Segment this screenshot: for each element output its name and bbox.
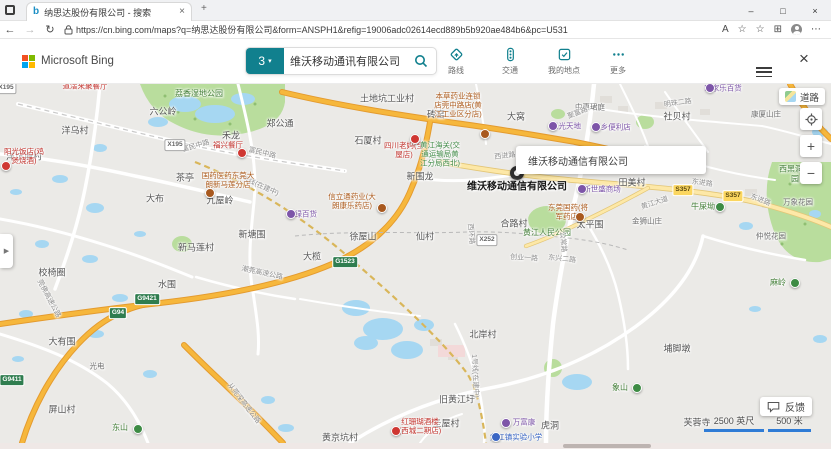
nav-directions[interactable]: 路线 — [434, 47, 478, 76]
nav-more[interactable]: 更多 — [596, 47, 640, 76]
search-icon — [414, 54, 428, 68]
map-close-icon[interactable]: × — [799, 50, 809, 67]
settings-more-icon[interactable]: ⋯ — [811, 25, 821, 35]
shopping-poi-icon[interactable] — [548, 121, 558, 131]
park-poi-icon[interactable] — [632, 383, 642, 393]
road-shield-badge: G94 — [109, 307, 127, 319]
nav-more-label: 更多 — [610, 65, 626, 76]
map-pin-label: 维沃移动通信有限公司 — [467, 178, 567, 193]
tab-close-icon[interactable]: × — [179, 7, 185, 17]
restaurant-poi-icon[interactable] — [237, 148, 247, 158]
browser-tab[interactable]: b 纳思达股份有限公司 - 搜索 × — [26, 2, 192, 21]
shopping-poi-icon[interactable] — [286, 209, 296, 219]
window-controls: – □ × — [735, 0, 831, 21]
reload-icon[interactable]: ↻ — [40, 23, 60, 36]
nav-my-places[interactable]: 我的地点 — [542, 47, 586, 76]
new-tab-button[interactable]: + — [201, 4, 207, 14]
shopping-poi-icon[interactable] — [591, 122, 601, 132]
scale-imperial-bar — [704, 429, 764, 432]
nav-traffic-label: 交通 — [502, 65, 518, 76]
scrollbar-thumb[interactable] — [563, 444, 651, 448]
close-button[interactable]: × — [799, 0, 831, 21]
map-scale: 2500 英尺 500 米 — [704, 414, 811, 432]
road-shield-badge: X195 — [164, 139, 185, 151]
bing-brand[interactable]: Microsoft Bing — [41, 55, 114, 67]
locate-icon — [805, 113, 818, 126]
favorites-icon[interactable]: ☆ — [756, 25, 765, 35]
browser-tabstrip: b 纳思达股份有限公司 - 搜索 × + – □ × — [0, 0, 831, 21]
more-icon — [611, 47, 626, 62]
map-layer-label: 道路 — [800, 90, 819, 104]
traffic-icon — [503, 47, 518, 62]
back-icon[interactable]: ← — [0, 24, 20, 36]
microsoft-logo-icon — [22, 55, 35, 68]
road-shield-badge: S357 — [672, 184, 693, 196]
minimize-button[interactable]: – — [735, 0, 767, 21]
browser-toolbar: ← → ↻ https://cn.bing.com/maps?q=纳思达股份有限… — [0, 21, 831, 39]
park-poi-icon[interactable] — [790, 278, 800, 288]
tab-title: 纳思达股份有限公司 - 搜索 — [44, 6, 174, 19]
toolbar-actions: A ☆ ☆ ⊞ ⋯ — [712, 24, 831, 35]
scale-imperial-label: 2500 英尺 — [714, 414, 755, 427]
nav-directions-label: 路线 — [448, 65, 464, 76]
shopping-poi-icon[interactable] — [501, 418, 511, 428]
pharmacy-poi-icon[interactable] — [480, 129, 490, 139]
search-count-dropdown[interactable]: 3 ▾ — [246, 48, 284, 74]
pharmacy-poi-icon[interactable] — [205, 188, 215, 198]
scale-metric-bar — [768, 429, 811, 432]
restaurant-poi-icon[interactable] — [391, 426, 401, 436]
school-poi-icon[interactable] — [491, 432, 501, 442]
profile-avatar[interactable] — [791, 24, 802, 35]
locate-me-button[interactable] — [800, 108, 822, 130]
tab-activity-icon[interactable] — [5, 5, 15, 15]
maximize-button[interactable]: □ — [767, 0, 799, 21]
my-places-icon — [557, 47, 572, 62]
chevron-down-icon: ▾ — [268, 57, 272, 65]
lock-icon[interactable] — [60, 25, 76, 35]
bing-favicon-icon: b — [33, 7, 39, 17]
panel-expander[interactable]: ▶ — [0, 234, 13, 268]
edge-window: b 纳思达股份有限公司 - 搜索 × + – □ × ← → ↻ https:/… — [0, 0, 831, 449]
read-aloud-icon[interactable]: A — [722, 25, 729, 35]
forward-icon: → — [20, 24, 40, 36]
road-shield-badge: G9421 — [134, 293, 160, 305]
road-shield-badge: G1523 — [332, 256, 358, 268]
road-shield-badge: G9411 — [0, 374, 25, 386]
zoom-in-button[interactable]: + — [800, 135, 822, 157]
menu-hamburger-icon[interactable] — [756, 67, 772, 77]
bing-map-nav: 路线 交通 我的地点 更多 — [434, 47, 640, 76]
search-bar: 3 ▾ — [245, 47, 437, 75]
map-canvas[interactable]: 维沃移动通信有限公司 维沃移动通信有限公司 道路 + − 反馈 ▶ 2500 英… — [0, 84, 831, 443]
search-button[interactable] — [406, 48, 436, 74]
road-shield-badge: S357 — [722, 190, 743, 202]
bing-header: Microsoft Bing 3 ▾ 路线 交通 我的地点 — [0, 39, 831, 84]
address-bar[interactable]: https://cn.bing.com/maps?q=纳思达股份有限公司&for… — [76, 23, 712, 36]
road-shield-badge: X195 — [0, 84, 17, 94]
search-input[interactable] — [284, 48, 406, 74]
place-tooltip[interactable]: 维沃移动通信有限公司 — [516, 146, 706, 174]
restaurant-poi-icon[interactable] — [410, 134, 420, 144]
nav-traffic[interactable]: 交通 — [488, 47, 532, 76]
map-layer-button[interactable]: 道路 — [779, 88, 825, 105]
add-favorite-icon[interactable]: ☆ — [738, 25, 747, 35]
horizontal-scrollbar[interactable] — [0, 443, 831, 449]
park-poi-icon[interactable] — [133, 424, 143, 434]
chevron-right-icon: ▶ — [4, 247, 9, 255]
feedback-bubble-icon — [767, 401, 780, 413]
directions-icon — [449, 47, 464, 62]
scale-metric-label: 500 米 — [776, 414, 803, 427]
road-shield-badge: X252 — [476, 234, 497, 246]
pharmacy-poi-icon[interactable] — [575, 212, 585, 222]
shopping-poi-icon[interactable] — [577, 184, 587, 194]
map-layer-icon — [785, 91, 796, 102]
collections-icon[interactable]: ⊞ — [774, 25, 782, 35]
restaurant-poi-icon[interactable] — [1, 161, 11, 171]
nav-my-places-label: 我的地点 — [548, 65, 580, 76]
zoom-out-button[interactable]: − — [800, 162, 822, 184]
feedback-label: 反馈 — [785, 399, 805, 414]
park-poi-icon[interactable] — [715, 202, 725, 212]
pharmacy-poi-icon[interactable] — [377, 203, 387, 213]
search-count: 3 — [258, 54, 265, 68]
